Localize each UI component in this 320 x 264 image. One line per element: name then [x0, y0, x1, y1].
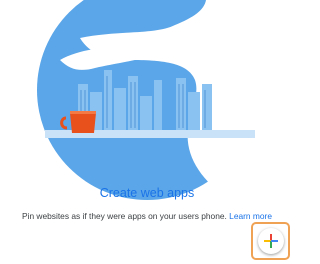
plus-icon — [264, 234, 278, 248]
learn-more-link[interactable]: Learn more — [229, 211, 272, 221]
page-heading: Create web apps — [99, 186, 195, 200]
add-button-focus-ring — [251, 222, 290, 260]
description-text: Pin websites as if they were apps on you… — [0, 211, 294, 221]
add-web-app-button[interactable] — [258, 228, 284, 254]
web-apps-illustration — [37, 0, 294, 200]
description-label: Pin websites as if they were apps on you… — [22, 211, 227, 221]
